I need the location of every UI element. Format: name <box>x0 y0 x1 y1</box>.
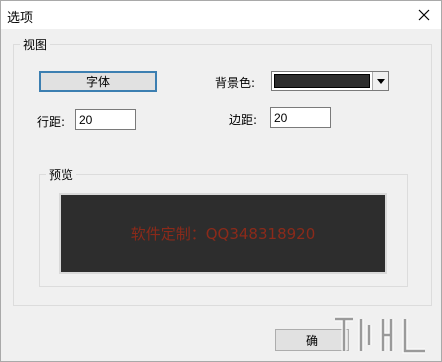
line-spacing-input[interactable] <box>75 109 136 130</box>
preview-text: 软件定制：QQ348318920 <box>130 225 316 243</box>
watermark-logo <box>335 316 425 354</box>
chevron-down-icon <box>376 78 385 84</box>
font-button[interactable]: 字体 <box>39 71 157 92</box>
window-title: 选项 <box>7 11 34 26</box>
margin-input[interactable] <box>270 107 331 128</box>
background-color-dropdown[interactable] <box>271 71 389 91</box>
margin-label: 边距: <box>229 113 258 127</box>
dropdown-button[interactable] <box>372 72 388 90</box>
ok-button-label: 确 <box>305 333 318 348</box>
preview-group-label: 预览 <box>46 166 77 183</box>
view-group-label: 视图 <box>20 36 51 53</box>
options-dialog: 选项 视图 字体 背景色: 行距: 边距: 预览 软件定制：QQ34831892… <box>0 0 442 362</box>
background-color-swatch <box>274 74 370 88</box>
font-button-label: 字体 <box>85 75 110 89</box>
line-spacing-label: 行距: <box>37 115 66 129</box>
title-bar: 选项 <box>1 1 441 29</box>
background-color-label: 背景色: <box>215 76 256 90</box>
close-button[interactable] <box>413 4 435 26</box>
preview-area: 软件定制：QQ348318920 <box>59 193 387 274</box>
close-icon <box>418 9 430 21</box>
